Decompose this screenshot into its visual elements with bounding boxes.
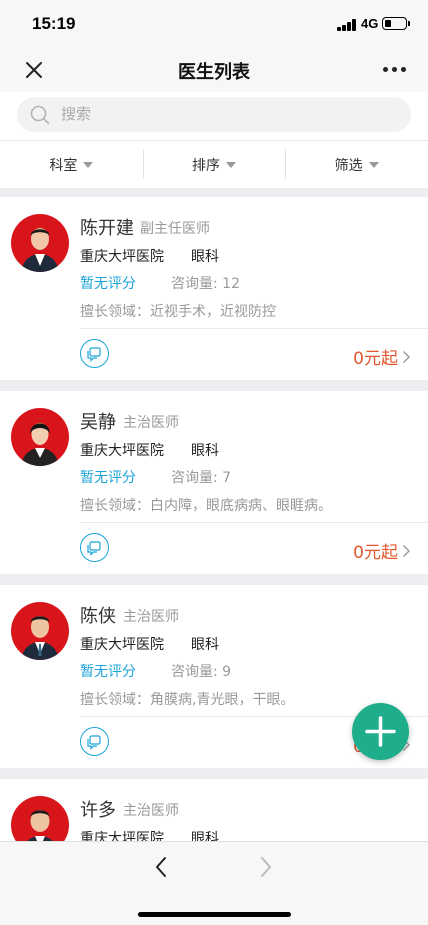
- divider: [80, 522, 428, 523]
- avatar: [11, 408, 69, 466]
- chevron-right-icon[interactable]: [402, 543, 411, 557]
- home-indicator: [138, 912, 291, 917]
- network-label: 4G: [361, 16, 379, 31]
- search-box[interactable]: [17, 97, 411, 132]
- hospital-name: 重庆大坪医院: [80, 249, 164, 265]
- caret-down-icon: [83, 161, 94, 168]
- rating: 暂无评分: [80, 276, 136, 292]
- department: 眼科: [191, 443, 219, 459]
- hospital-name: 重庆大坪医院: [80, 831, 164, 841]
- doctor-name: 陈侠: [80, 606, 116, 627]
- chat-icon[interactable]: [80, 533, 109, 562]
- doctor-card[interactable]: 吴静 主治医师 重庆大坪医院 眼科 暂无评分 咨询量: 7 擅长领域：白内障，眼…: [0, 391, 428, 574]
- filter-sort[interactable]: 排序: [142, 141, 286, 188]
- status-bar: 15:19 4G: [0, 0, 428, 48]
- doctor-name: 陈开建: [80, 218, 134, 239]
- search-icon: [29, 104, 51, 126]
- chevron-right-icon[interactable]: [258, 855, 274, 879]
- price[interactable]: 0元起: [353, 344, 398, 369]
- add-button[interactable]: [352, 703, 409, 760]
- specialty: 擅长领域：白内障，眼底病病、眼睚病。: [80, 498, 332, 514]
- signal-icon: [337, 19, 357, 31]
- rating: 暂无评分: [80, 470, 136, 486]
- filter-bar: 科室 排序 筛选: [0, 140, 428, 188]
- search-area: [0, 92, 428, 140]
- avatar: [11, 796, 69, 841]
- divider: [80, 328, 428, 329]
- filter-label: 筛选: [334, 157, 363, 174]
- filter-label: 科室: [49, 157, 78, 174]
- specialty: 擅长领域：近视手术，近视防控: [80, 304, 276, 320]
- chevron-left-icon[interactable]: [153, 855, 169, 879]
- consultation-count: 咨询量: 7: [171, 470, 232, 486]
- plus-icon: [365, 716, 396, 747]
- price[interactable]: 0元起: [353, 538, 398, 563]
- rating: 暂无评分: [80, 664, 136, 680]
- filter-department[interactable]: 科室: [0, 141, 143, 188]
- battery-icon: [382, 17, 407, 30]
- hospital-name: 重庆大坪医院: [80, 443, 164, 459]
- doctor-title: 副主任医师: [140, 221, 210, 237]
- battery-tip: [408, 21, 410, 26]
- filter-screen[interactable]: 筛选: [285, 141, 428, 188]
- bottom-toolbar: [0, 841, 428, 925]
- doctor-title: 主治医师: [123, 415, 179, 431]
- chat-icon[interactable]: [80, 727, 109, 756]
- avatar: [11, 602, 69, 660]
- doctor-card[interactable]: 许多 主治医师 重庆大坪医院 眼科: [0, 779, 428, 841]
- doctor-card[interactable]: 陈开建 副主任医师 重庆大坪医院 眼科 暂无评分 咨询量: 12 擅长领域：近视…: [0, 197, 428, 380]
- consultation-count: 咨询量: 9: [171, 664, 232, 680]
- caret-down-icon: [226, 161, 236, 168]
- doctor-title: 主治医师: [123, 609, 179, 625]
- department: 眼科: [191, 637, 219, 653]
- filter-label: 排序: [192, 157, 220, 174]
- page-title: 医生列表: [178, 62, 250, 83]
- hospital-name: 重庆大坪医院: [80, 637, 164, 653]
- doctor-name: 许多: [80, 800, 116, 821]
- nav-bar: 医生列表: [0, 48, 428, 92]
- department: 眼科: [191, 831, 219, 841]
- avatar: [11, 214, 69, 272]
- chevron-right-icon[interactable]: [402, 349, 411, 363]
- doctor-name: 吴静: [80, 412, 116, 433]
- chat-icon[interactable]: [80, 339, 109, 368]
- status-time: 15:19: [32, 14, 76, 33]
- caret-down-icon: [368, 161, 379, 168]
- doctor-title: 主治医师: [123, 803, 179, 819]
- consultation-count: 咨询量: 12: [171, 276, 240, 292]
- search-input[interactable]: [61, 103, 361, 125]
- department: 眼科: [191, 249, 219, 265]
- more-icon[interactable]: [381, 66, 409, 74]
